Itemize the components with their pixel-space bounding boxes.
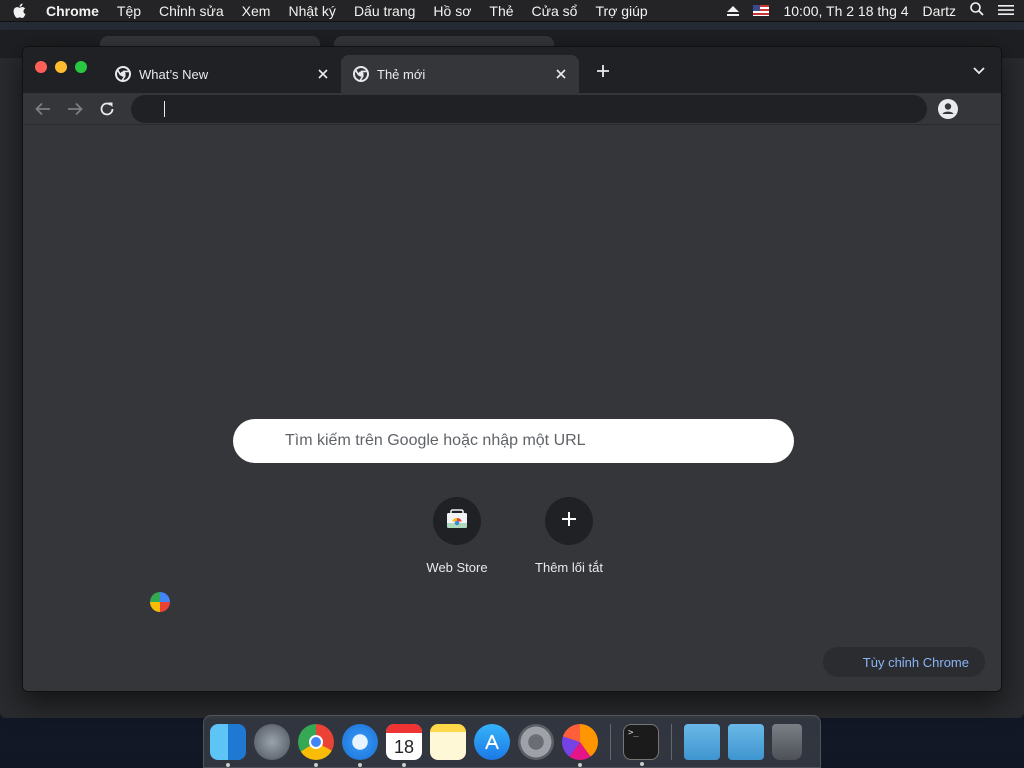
running-indicator [640, 761, 644, 766]
back-arrow-icon[interactable] [31, 97, 55, 121]
notes-icon[interactable] [430, 723, 466, 760]
menu-profiles[interactable]: Hồ sơ [433, 3, 471, 19]
new-tab-plus-icon[interactable] [593, 61, 613, 81]
web-store-icon [446, 508, 468, 534]
reload-icon[interactable] [95, 97, 119, 121]
dock: 18 >_ [203, 715, 821, 768]
forward-arrow-icon[interactable] [63, 97, 87, 121]
chrome-favicon-icon [353, 66, 369, 82]
zoom-window-button[interactable] [75, 61, 87, 73]
launchpad-icon[interactable] [254, 723, 290, 760]
control-center-icon[interactable] [998, 3, 1014, 19]
ntp-search-placeholder: Tìm kiếm trên Google hoặc nhập một URL [285, 432, 586, 449]
tab-strip: What’s New Thẻ mới [23, 47, 1001, 93]
menu-app-name[interactable]: Chrome [46, 3, 99, 19]
shortcut-web-store[interactable]: Web Store [402, 497, 512, 575]
menu-tab[interactable]: Thẻ [489, 3, 513, 19]
customize-chrome-button[interactable]: Tùy chỉnh Chrome [822, 647, 985, 677]
app-store-icon[interactable] [474, 723, 510, 760]
shortcut-label: Thêm lối tắt [535, 560, 603, 575]
tab-title: Thẻ mới [377, 66, 426, 82]
profile-avatar-icon[interactable] [937, 98, 959, 120]
dock-separator [671, 723, 672, 760]
dock-separator [610, 723, 611, 760]
shortcut-tile[interactable] [545, 497, 593, 545]
safari-icon[interactable] [342, 723, 378, 767]
menu-file[interactable]: Tệp [117, 3, 141, 19]
running-indicator [226, 762, 230, 767]
app-store-a-glyph [485, 734, 499, 749]
firefox-icon[interactable] [562, 723, 598, 767]
chrome-window: What’s New Thẻ mới Tìm kiếm trên Google … [22, 46, 1002, 692]
finder-icon[interactable] [210, 723, 246, 767]
downloads-folder-icon[interactable] [728, 723, 764, 760]
calendar-icon[interactable]: 18 [386, 723, 422, 767]
menu-bookmarks[interactable]: Dấu trang [354, 3, 415, 19]
tab-close-icon[interactable] [315, 66, 331, 82]
apple-menu-icon[interactable] [10, 2, 28, 20]
address-bar[interactable] [131, 95, 927, 123]
chrome-center [309, 734, 323, 749]
terminal-icon[interactable]: >_ [623, 723, 659, 766]
menu-window[interactable]: Cửa sổ [532, 3, 578, 19]
shortcut-add[interactable]: Thêm lối tắt [514, 497, 624, 575]
new-tab-page: Tìm kiếm trên Google hoặc nhập một URL W… [23, 125, 1001, 691]
calendar-header [386, 723, 422, 733]
menu-help[interactable]: Trợ giúp [595, 3, 647, 19]
plus-icon [561, 511, 577, 532]
menu-history[interactable]: Nhật ký [288, 3, 335, 19]
close-window-button[interactable] [35, 61, 47, 73]
menubar-user[interactable]: Dartz [923, 3, 956, 19]
tab-search-chevron-down-icon[interactable] [969, 61, 989, 81]
browser-toolbar [23, 93, 1001, 125]
shortcut-label: Web Store [426, 560, 488, 575]
tab-close-icon[interactable] [553, 66, 569, 82]
chrome-icon[interactable] [298, 723, 334, 767]
running-indicator [358, 762, 362, 767]
window-controls [35, 61, 87, 73]
tab-title: What’s New [139, 66, 209, 82]
menu-bar: Chrome Tệp Chỉnh sửa Xem Nhật ký Dấu tra… [0, 0, 1024, 22]
menu-edit[interactable]: Chỉnh sửa [159, 3, 224, 19]
running-indicator [402, 762, 406, 767]
trash-icon[interactable] [772, 723, 802, 760]
shortcut-tile[interactable] [433, 497, 481, 545]
running-indicator [578, 762, 582, 767]
minimize-window-button[interactable] [55, 61, 67, 73]
text-caret [164, 101, 165, 117]
menu-view[interactable]: Xem [242, 3, 271, 19]
eject-icon[interactable] [727, 3, 740, 19]
spotlight-search-icon[interactable] [970, 2, 984, 19]
loading-spinner-icon [150, 592, 170, 612]
input-source-flag-icon[interactable] [753, 5, 770, 16]
applications-folder-icon[interactable] [684, 723, 720, 760]
ntp-search-box[interactable]: Tìm kiếm trên Google hoặc nhập một URL [233, 419, 794, 463]
tab-whats-new[interactable]: What’s New [103, 55, 341, 93]
calendar-day: 18 [393, 736, 415, 757]
running-indicator [314, 762, 318, 767]
chrome-favicon-icon [115, 66, 131, 82]
tab-new-tab[interactable]: Thẻ mới [341, 55, 579, 93]
menubar-clock[interactable]: 10:00, Th 2 18 thg 4 [783, 3, 908, 19]
system-preferences-icon[interactable] [518, 723, 554, 760]
terminal-prompt-glyph: >_ [628, 727, 639, 738]
